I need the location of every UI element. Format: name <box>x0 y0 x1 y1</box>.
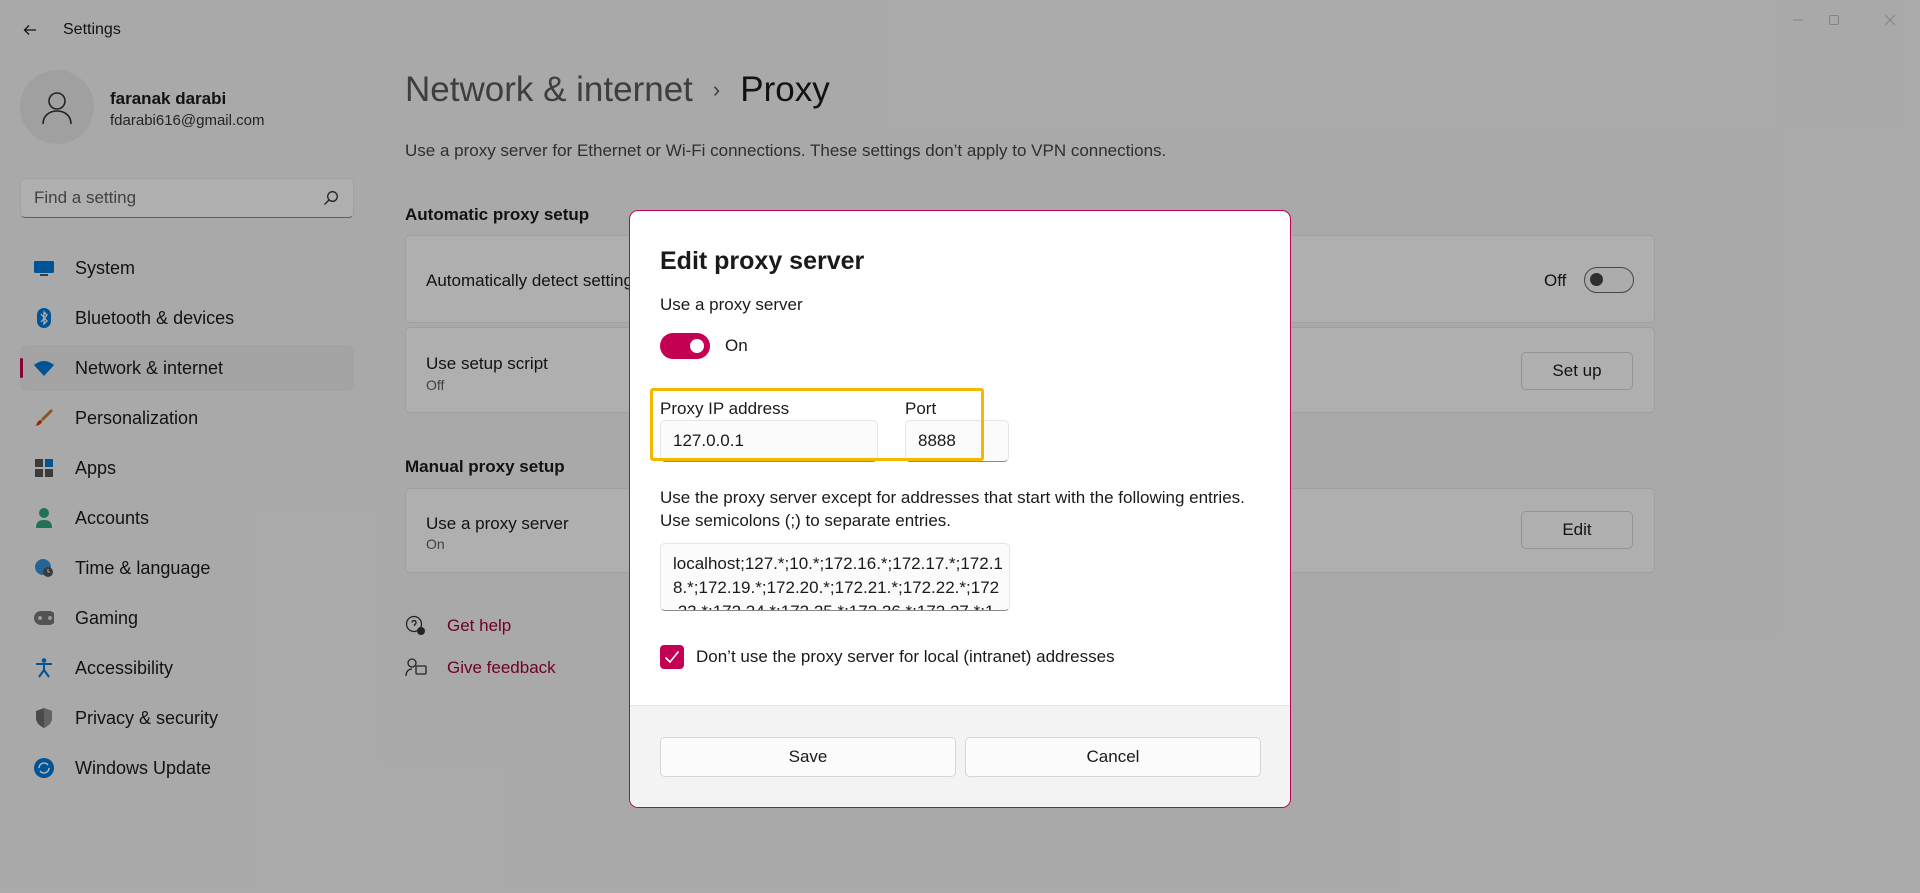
use-proxy-toggle[interactable] <box>660 333 710 359</box>
exceptions-field: localhost;127.*;10.*;172.16.*;172.17.*;1… <box>660 543 1010 611</box>
settings-window: Settings faranak darabi fdarabi616@gmail… <box>0 0 1920 893</box>
dialog-footer: Save Cancel <box>630 705 1290 807</box>
exceptions-textarea[interactable]: localhost;127.*;10.*;172.16.*;172.17.*;1… <box>673 552 1003 610</box>
proxy-ip-label: Proxy IP address <box>660 399 790 418</box>
checkmark-icon <box>664 650 680 664</box>
edit-proxy-dialog: Edit proxy server Use a proxy server On … <box>629 210 1291 808</box>
proxy-ip-input[interactable] <box>673 421 869 461</box>
port-field <box>905 420 1009 462</box>
dialog-title: Edit proxy server <box>660 247 865 275</box>
port-input[interactable] <box>918 421 1000 461</box>
use-proxy-toggle-label: On <box>725 336 748 355</box>
exceptions-instruction-line2: Use semicolons (;) to separate entries. <box>660 511 952 530</box>
save-button[interactable]: Save <box>660 737 956 777</box>
use-proxy-label: Use a proxy server <box>660 295 803 314</box>
local-addresses-checkbox[interactable] <box>660 645 684 669</box>
local-addresses-label: Don’t use the proxy server for local (in… <box>696 647 1115 666</box>
port-label: Port <box>905 399 937 418</box>
proxy-ip-field <box>660 420 878 462</box>
exceptions-instruction-line1: Use the proxy server except for addresse… <box>660 488 1245 507</box>
cancel-button[interactable]: Cancel <box>965 737 1261 777</box>
